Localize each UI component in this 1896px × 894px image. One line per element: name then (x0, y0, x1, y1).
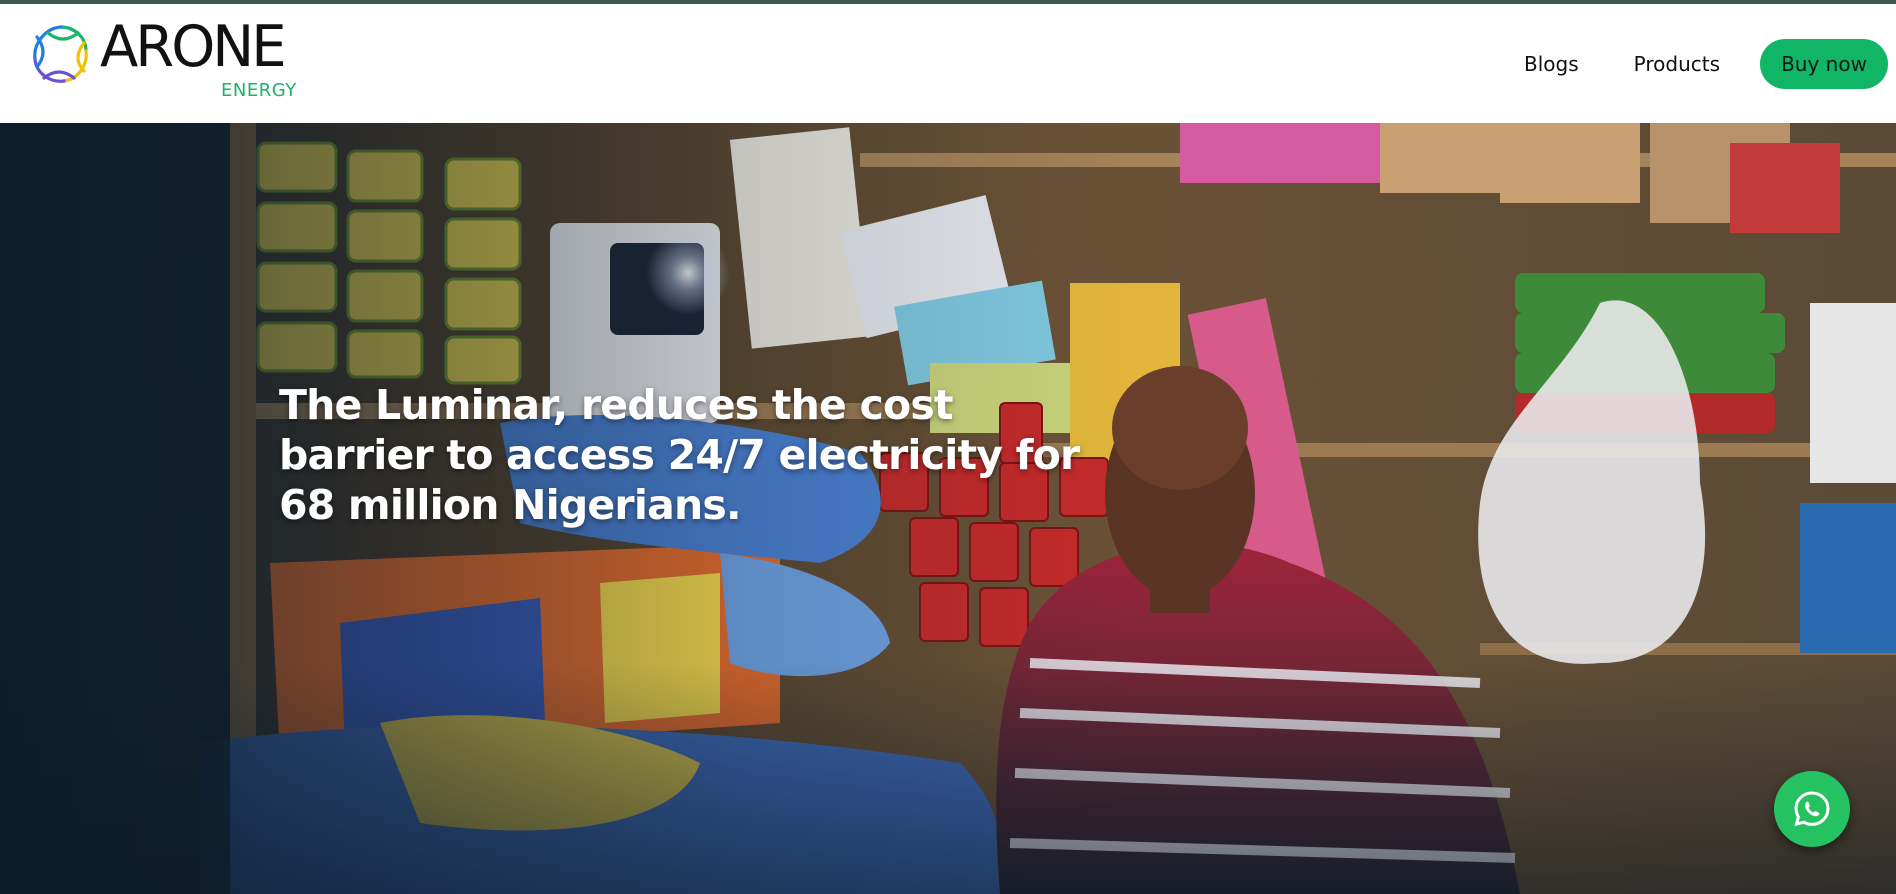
logo-ring-icon (33, 25, 88, 83)
nav-blogs-link[interactable]: Blogs (1524, 52, 1579, 76)
brand-logo[interactable]: ARONE ENERGY (28, 13, 308, 109)
buy-now-button[interactable]: Buy now (1760, 39, 1888, 89)
brand-name: ARONE (100, 13, 287, 81)
whatsapp-icon (1794, 791, 1830, 827)
nav-products-link[interactable]: Products (1634, 52, 1720, 76)
whatsapp-chat-button[interactable] (1774, 771, 1850, 847)
hero-section: The Luminar, reduces the cost barrier to… (0, 123, 1896, 894)
hero-headline: The Luminar, reduces the cost barrier to… (279, 381, 1080, 529)
page: ARONE ENERGY Blogs Products Buy now The … (0, 0, 1896, 894)
brand-tagline: ENERGY (221, 80, 297, 101)
site-header: ARONE ENERGY Blogs Products Buy now (0, 4, 1896, 123)
main-nav: Blogs Products Buy now (1524, 39, 1888, 89)
